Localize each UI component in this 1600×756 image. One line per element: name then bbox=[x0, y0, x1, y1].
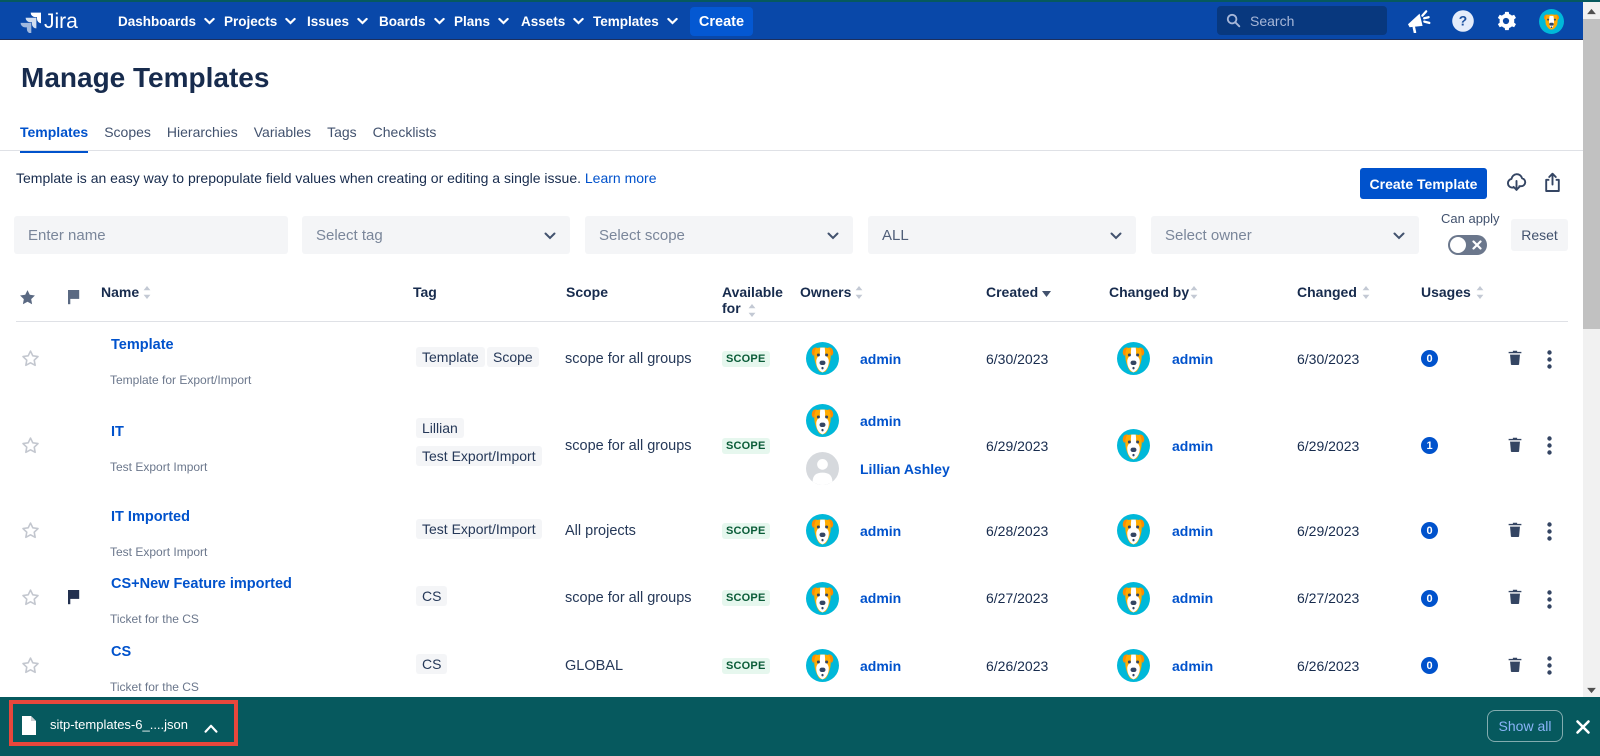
svg-text:?: ? bbox=[1459, 13, 1467, 29]
